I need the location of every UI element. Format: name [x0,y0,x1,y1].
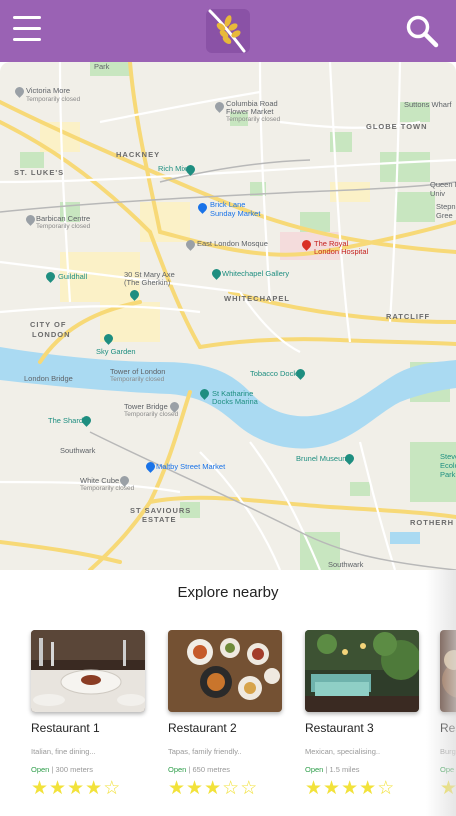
star-filled-icon: ★ [49,777,68,799]
map-label-london-bridge: London Bridge [24,374,73,383]
map-label-whitechapel-gallery: Whitechapel Gallery [222,269,290,278]
map-label-city-of-london: CITY OF [30,320,67,329]
restaurant-status: Ope [440,765,456,774]
restaurant-card[interactable]: Restaurant 1 Italian, fine dining... Ope… [31,630,145,798]
map-label-ratcliff: RATCLIFF [386,312,431,321]
restaurant-status: Open | 300 meters [31,765,94,774]
restaurant-description: Tapas, family friendly.. [168,747,242,756]
open-status: Ope [440,765,455,774]
star-filled-icon: ★ [323,777,342,799]
hamburger-menu-icon[interactable] [13,16,41,42]
map-label-tower-of-london-sub: Temporarily closed [110,376,165,383]
map-label-tobacco-dock: Tobacco Dock [250,369,298,378]
map-label-barbican-sub: Temporarily closed [36,223,91,230]
map-label-victoria-more: Victoria More [26,86,71,95]
star-rating: ★ [440,778,456,798]
map-label-st-saviours-2: ESTATE [142,515,177,524]
star-empty-icon: ☆ [377,777,396,799]
explore-nearby-title: Explore nearby [177,584,279,601]
open-status: Open [305,765,324,774]
map-label-st-saviours: ST SAVIOURS [130,506,192,515]
map-label-brunel-museum: Brunel Museum [296,454,349,463]
map-label-globe-town: GLOBE TOWN [366,122,428,131]
map-label-columbia-road-sub: Temporarily closed [226,116,281,123]
wheat-logo-icon[interactable] [206,9,250,53]
map-label-rich-mix: Rich Mix [158,164,187,173]
restaurant-distance: 650 metres [192,765,231,774]
restaurant-name[interactable]: Restaurant 1 [31,721,145,735]
search-icon[interactable] [405,14,439,48]
restaurant-photo[interactable] [168,630,282,712]
star-filled-icon: ★ [67,777,86,799]
map-label-east-london-mosque: East London Mosque [197,239,268,248]
restaurant-photo[interactable] [305,630,419,712]
restaurant-distance: 300 meters [55,765,94,774]
restaurant-card[interactable]: Restaurant 3 Mexican, specialising.. Ope… [305,630,419,798]
map-label-maltby: Maltby Street Market [156,462,226,471]
restaurant-name[interactable]: Restaurant 2 [168,721,282,735]
map-label-royal-london-2: London Hospital [314,247,369,256]
map-label-tower-bridge-sub: Temporarily closed [124,411,179,418]
star-empty-icon: ☆ [103,777,122,799]
map-label-park: Park [94,62,110,71]
star-filled-icon: ★ [204,777,223,799]
map-label-city-of-london-2: LONDON [32,330,71,339]
open-status: Open [31,765,50,774]
map-label-steve-2: Ecolo [440,461,456,470]
map-label-victoria-more-sub: Temporarily closed [26,96,81,103]
map-label-brick-lane: Brick Lane [210,200,246,209]
restaurant-status: Open | 650 metres [168,765,231,774]
map-label-queen-m: Queen M [430,180,456,189]
restaurant-distance: 1.5 miles [329,765,360,774]
map-label-brick-lane-2: Sunday Market [210,209,261,218]
restaurant-status: Open | 1.5 miles [305,765,360,774]
map-label-stepney: Stepney [436,202,456,211]
star-rating: ★★★★☆ [31,778,145,798]
map-label-southwark: Southwark [60,446,96,455]
map-label-st-katharine-2: Docks Marina [212,397,258,406]
map-label-white-cube-sub: Temporarily closed [80,485,135,492]
star-filled-icon: ★ [305,777,324,799]
star-filled-icon: ★ [168,777,187,799]
map-label-suttons-wharf: Suttons Wharf [404,100,452,109]
restaurant-description: Mexican, specialising.. [305,747,381,756]
star-rating: ★★★☆☆ [168,778,282,798]
map-label-guildhall: Guildhall [58,272,88,281]
star-filled-icon: ★ [359,777,378,799]
restaurant-description: Burg [440,747,456,756]
map-label-the-shard: The Shard [48,416,84,425]
restaurant-carousel[interactable]: Restaurant 1 Italian, fine dining... Ope… [0,630,456,816]
map-label-st-lukes: ST. LUKE'S [14,168,65,177]
map-label-steve-3: Park [440,470,456,479]
open-status: Open [168,765,187,774]
star-empty-icon: ☆ [222,777,241,799]
map-label-stepney-2: Gree [436,211,453,220]
star-filled-icon: ★ [85,777,104,799]
map-label-hackney: HACKNEY [116,150,161,159]
map-view[interactable]: Park Victoria More Temporarily closed Co… [0,62,456,570]
star-filled-icon: ★ [440,777,456,799]
star-filled-icon: ★ [186,777,205,799]
restaurant-photo[interactable] [440,630,456,712]
restaurant-name[interactable]: Res [440,721,456,735]
star-rating: ★★★★☆ [305,778,419,798]
restaurant-card[interactable]: Restaurant 2 Tapas, family friendly.. Op… [168,630,282,798]
map-label-southwark-park: Southwark [328,560,364,569]
app-header [0,0,456,62]
map-label-sky-garden: Sky Garden [96,347,136,356]
restaurant-name[interactable]: Restaurant 3 [305,721,419,735]
map-label-queen-m-2: Univ [430,189,446,198]
star-empty-icon: ☆ [240,777,259,799]
restaurant-description: Italian, fine dining... [31,747,96,756]
star-filled-icon: ★ [31,777,50,799]
map-label-whitechapel: WHITECHAPEL [224,294,290,303]
star-filled-icon: ★ [341,777,360,799]
map-label-st-mary-axe-2: (The Gherkin) [124,278,171,287]
restaurant-photo[interactable] [31,630,145,712]
map-label-steve: Steve [440,452,456,461]
map-label-rotherh: ROTHERH [410,518,455,527]
restaurant-card[interactable]: Res Burg Ope ★ [440,630,456,798]
